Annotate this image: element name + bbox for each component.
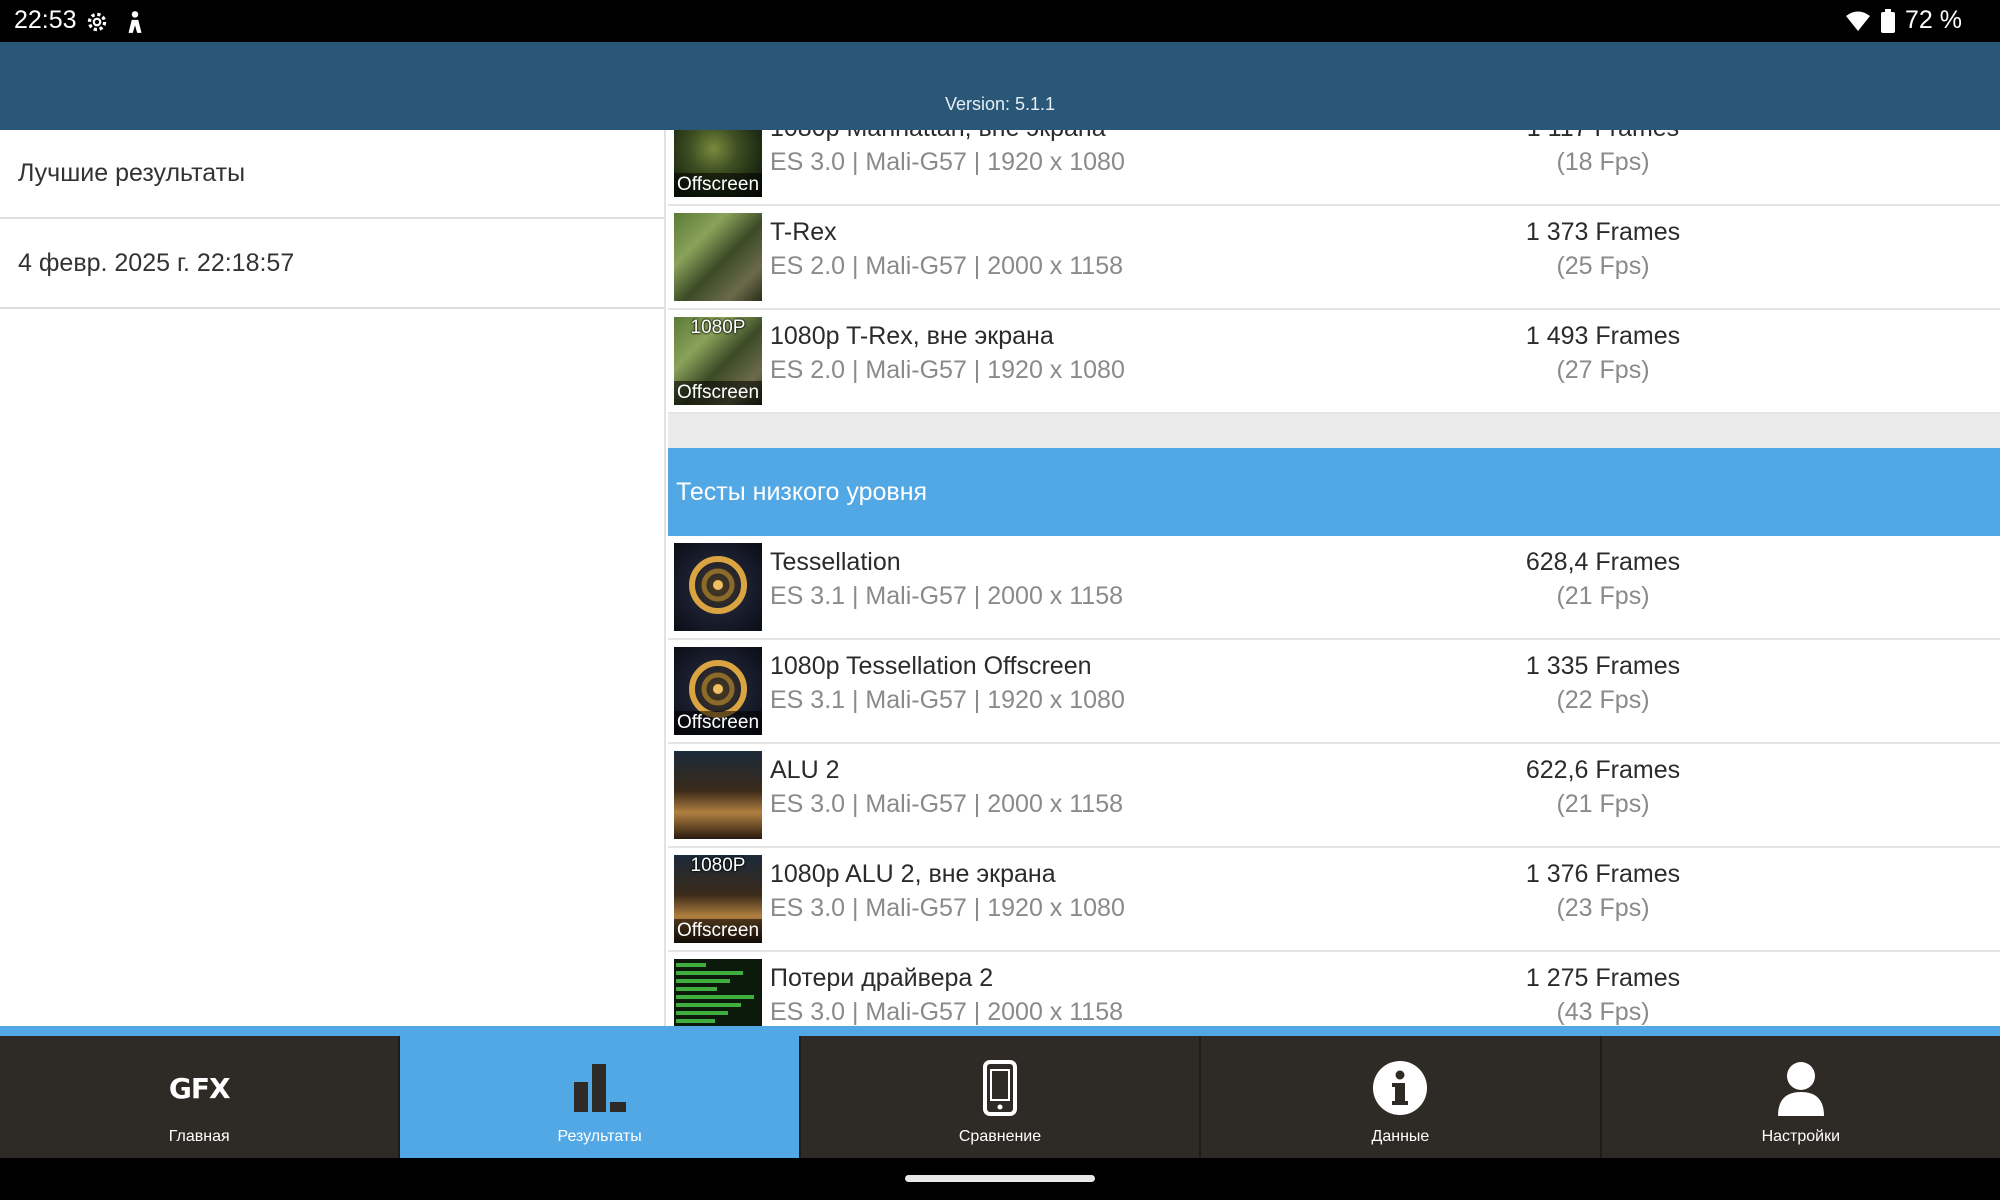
- test-details: ES 2.0 | Mali-G57 | 1920 x 1080: [770, 356, 1125, 384]
- result-row[interactable]: Offscreen 1080p Tessellation Offscreen ES …: [668, 640, 2000, 744]
- nav-label: Главная: [168, 1128, 230, 1145]
- wifi-icon: [1846, 11, 1871, 31]
- thumbnail-resolution-tag: 1080P: [674, 130, 762, 131]
- test-thumbnail: [674, 543, 762, 631]
- app-header: Version: 5.1.1: [0, 42, 2000, 130]
- results-group-high-level: 1080P Offscreen 1080p Manhattan, вне экран…: [668, 130, 2000, 414]
- test-details: ES 3.0 | Mali-G57 | 2000 x 1158: [770, 790, 1124, 818]
- test-fps: (21 Fps): [1556, 582, 1650, 610]
- test-title: 1080p ALU 2, вне экрана: [770, 860, 1056, 888]
- system-nav-bar: [0, 1158, 2000, 1200]
- results-list[interactable]: 1080P Offscreen 1080p Manhattan, вне экран…: [668, 130, 2000, 1026]
- test-title: 1080p T-Rex, вне экрана: [770, 322, 1054, 350]
- test-details: ES 3.0 | Mali-G57 | 2000 x 1158: [770, 998, 1124, 1026]
- thumbnail-offscreen-tag: Offscreen: [674, 919, 762, 943]
- thumbnail-offscreen-tag: Offscreen: [674, 173, 762, 197]
- nav-label: Результаты: [557, 1128, 642, 1145]
- test-details: ES 3.1 | Mali-G57 | 1920 x 1080: [770, 686, 1125, 714]
- test-thumbnail: 1080P Offscreen: [674, 317, 762, 405]
- test-title: 1080p Tessellation Offscreen: [770, 652, 1092, 680]
- nav-compare[interactable]: Сравнение: [801, 1036, 1202, 1158]
- status-right-group: 72 %: [1845, 6, 1962, 35]
- settings-gear-icon: [87, 12, 107, 32]
- info-icon: [1370, 1060, 1430, 1116]
- results-rows: 1080P Offscreen 1080p Manhattan, вне экран…: [668, 130, 2000, 1026]
- nav-settings[interactable]: Настройки: [1602, 1036, 2000, 1158]
- nav-accent-strip: [0, 1026, 2000, 1036]
- test-frames: 1 373 Frames: [1525, 218, 1681, 246]
- home-gesture-handle[interactable]: [905, 1175, 1095, 1182]
- thumbnail-resolution-tag: 1080P: [690, 317, 746, 338]
- status-bar: 22:53 72 %: [0, 0, 2000, 42]
- test-frames: 628,4 Frames: [1525, 548, 1681, 576]
- test-title: T-Rex: [770, 218, 837, 246]
- section-gap: [668, 414, 2000, 448]
- test-title: Tessellation: [770, 548, 901, 576]
- thumbnail-offscreen-tag: Offscreen: [674, 381, 762, 405]
- nav-info[interactable]: Данные: [1201, 1036, 1602, 1158]
- results-group-low-level: Tessellation ES 3.1 | Mali-G57 | 2000 x 1…: [668, 536, 2000, 1026]
- test-thumbnail: [674, 213, 762, 301]
- battery-percent: 72 %: [1905, 6, 1962, 34]
- battery-icon: [1881, 8, 1896, 33]
- test-thumbnail: Offscreen: [674, 647, 762, 735]
- test-fps: (21 Fps): [1556, 790, 1650, 818]
- user-icon: [1771, 1060, 1831, 1116]
- test-thumbnail: 1080P Offscreen: [674, 130, 762, 197]
- test-frames: 622,6 Frames: [1525, 756, 1681, 784]
- test-frames: 1 275 Frames: [1525, 964, 1681, 992]
- results-sidebar: Лучшие результаты 4 февр. 2025 г. 22:18:…: [0, 130, 666, 1026]
- sidebar-item-best-results[interactable]: Лучшие результаты: [0, 130, 664, 219]
- test-fps: (43 Fps): [1556, 998, 1650, 1026]
- test-details: ES 3.0 | Mali-G57 | 1920 x 1080: [770, 148, 1125, 176]
- gfx-logo-icon: GFX: [168, 1071, 231, 1105]
- nav-label: Настройки: [1761, 1128, 1841, 1145]
- nav-label: Данные: [1371, 1128, 1430, 1145]
- test-thumbnail: 1080P Offscreen: [674, 855, 762, 943]
- test-frames: 1 335 Frames: [1525, 652, 1681, 680]
- section-header-low-level: Тесты низкого уровня: [668, 448, 2000, 536]
- test-details: ES 2.0 | Mali-G57 | 2000 x 1158: [770, 252, 1124, 280]
- test-fps: (18 Fps): [1556, 148, 1650, 176]
- nav-home[interactable]: GFX Главная: [0, 1036, 401, 1158]
- sidebar-item-session[interactable]: 4 февр. 2025 г. 22:18:57: [0, 219, 664, 309]
- result-row[interactable]: Tessellation ES 3.1 | Mali-G57 | 2000 x 1…: [668, 536, 2000, 640]
- result-row[interactable]: 1080P Offscreen 1080p T-Rex, вне экрана ES …: [668, 310, 2000, 414]
- result-row[interactable]: 1080P Offscreen 1080p ALU 2, вне экрана ES …: [668, 848, 2000, 952]
- bottom-navigation: GFX Главная Результаты Сравнение Данные …: [0, 1036, 2000, 1158]
- result-row[interactable]: 1080P Offscreen 1080p Manhattan, вне экран…: [668, 130, 2000, 206]
- phone-icon: [970, 1060, 1030, 1116]
- test-fps: (27 Fps): [1556, 356, 1650, 384]
- test-fps: (23 Fps): [1556, 894, 1650, 922]
- result-row[interactable]: ALU 2 ES 3.0 | Mali-G57 | 2000 x 1158 622,…: [668, 744, 2000, 848]
- test-thumbnail: [674, 751, 762, 839]
- result-row[interactable]: T-Rex ES 2.0 | Mali-G57 | 2000 x 1158 1 37…: [668, 206, 2000, 310]
- thumbnail-resolution-tag: 1080P: [690, 855, 746, 876]
- sidebar-item-label: 4 февр. 2025 г. 22:18:57: [18, 248, 295, 277]
- test-frames: 1 376 Frames: [1525, 860, 1681, 888]
- result-row[interactable]: Потери драйвера 2 ES 3.0 | Mali-G57 | 200…: [668, 952, 2000, 1026]
- accessibility-person-icon: [128, 11, 142, 33]
- test-fps: (25 Fps): [1556, 252, 1650, 280]
- status-time: 22:53: [14, 6, 77, 34]
- test-fps: (22 Fps): [1556, 686, 1650, 714]
- section-title: Тесты низкого уровня: [676, 477, 928, 506]
- main-content: Лучшие результаты 4 февр. 2025 г. 22:18:…: [0, 130, 2000, 1026]
- test-title: ALU 2: [770, 756, 840, 784]
- nav-results[interactable]: Результаты: [400, 1036, 801, 1158]
- test-details: ES 3.0 | Mali-G57 | 1920 x 1080: [770, 894, 1125, 922]
- test-details: ES 3.1 | Mali-G57 | 2000 x 1158: [770, 582, 1124, 610]
- test-title: 1080p Manhattan, вне экрана: [770, 130, 1106, 143]
- version-label: Version: 5.1.1: [944, 94, 1056, 114]
- bar-chart-icon: [570, 1060, 630, 1116]
- test-thumbnail: [674, 959, 762, 1026]
- test-frames: 1 117 Frames: [1488, 130, 1718, 143]
- thumbnail-offscreen-tag: Offscreen: [674, 711, 762, 735]
- test-frames: 1 493 Frames: [1525, 322, 1681, 350]
- test-title: Потери драйвера 2: [770, 964, 994, 992]
- nav-label: Сравнение: [958, 1128, 1042, 1145]
- sidebar-item-label: Лучшие результаты: [18, 159, 246, 187]
